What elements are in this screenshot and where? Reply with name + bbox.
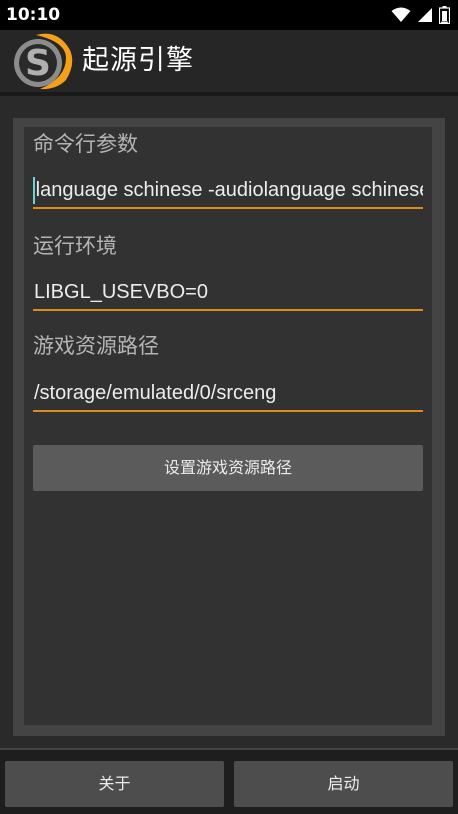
environment-label: 运行环境 <box>33 234 117 258</box>
settings-form: 命令行参数 -language schinese -audiolanguage … <box>24 127 432 725</box>
text-cursor <box>33 177 35 204</box>
set-game-path-button[interactable]: 设置游戏资源路径 <box>33 445 423 491</box>
command-line-label: 命令行参数 <box>33 132 138 156</box>
main-content: 命令行参数 -language schinese -audiolanguage … <box>0 92 458 748</box>
battery-icon <box>439 6 450 24</box>
signal-icon <box>417 7 433 23</box>
environment-input[interactable]: LIBGL_USEVBO=0 <box>33 273 423 311</box>
status-icons <box>391 5 450 25</box>
status-time: 10:10 <box>6 5 61 25</box>
app-screen: 10:10 S 起源引擎 命令行参数 -language schinese -a… <box>0 0 458 814</box>
title-bar: S 起源引擎 <box>0 30 458 92</box>
launch-button[interactable]: 启动 <box>234 761 453 807</box>
environment-value: LIBGL_USEVBO=0 <box>34 281 208 303</box>
settings-panel: 命令行参数 -language schinese -audiolanguage … <box>13 118 445 736</box>
command-line-input[interactable]: -language schinese -audiolanguage schine… <box>33 171 423 209</box>
game-path-input[interactable]: /storage/emulated/0/srceng <box>33 374 423 412</box>
game-path-label: 游戏资源路径 <box>33 334 159 358</box>
source-engine-logo-icon: S <box>10 32 74 94</box>
svg-text:S: S <box>25 43 51 84</box>
status-bar: 10:10 <box>0 0 458 30</box>
game-path-value: /storage/emulated/0/srceng <box>34 382 277 404</box>
command-line-value: -language schinese -audiolanguage schine… <box>33 179 423 201</box>
about-button[interactable]: 关于 <box>5 761 224 807</box>
bottom-action-bar: 关于 启动 <box>0 748 458 814</box>
wifi-icon <box>391 7 411 23</box>
app-title: 起源引擎 <box>82 45 194 76</box>
